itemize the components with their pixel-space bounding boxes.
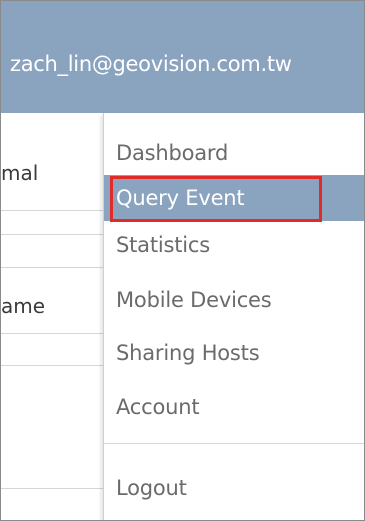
background-divider [1,333,111,334]
menu-item-query-event[interactable]: Query Event [104,175,364,221]
background-divider [1,234,111,235]
background-divider [1,267,111,268]
menu-item-label: Query Event [116,186,245,210]
background-field-text: mal [1,161,39,185]
menu-item-dashboard[interactable]: Dashboard [104,130,364,176]
menu-item-account[interactable]: Account [104,384,364,430]
menu-divider [104,443,364,444]
user-account-email[interactable]: zach_lin@geovision.com.tw [10,52,364,76]
menu-item-statistics[interactable]: Statistics [104,222,364,268]
menu-item-label: Statistics [116,233,210,257]
menu-item-label: Logout [116,476,187,500]
top-nav-bar: zach_lin@geovision.com.tw [1,1,364,113]
menu-item-label: Mobile Devices [116,288,272,312]
background-divider [1,365,111,366]
menu-item-label: Dashboard [116,141,229,165]
menu-item-logout[interactable]: Logout [104,465,364,511]
menu-item-mobile-devices[interactable]: Mobile Devices [104,277,364,323]
menu-item-label: Sharing Hosts [116,341,260,365]
menu-item-label: Account [116,395,200,419]
app-window: zach_lin@geovision.com.tw mal ame Dashbo… [0,0,365,521]
dropdown-caret [95,113,103,121]
background-divider [1,488,111,489]
user-dropdown-menu: Dashboard Query Event Statistics Mobile … [103,113,364,520]
background-divider [1,210,111,211]
background-field-text: ame [1,294,46,318]
menu-item-sharing-hosts[interactable]: Sharing Hosts [104,330,364,376]
